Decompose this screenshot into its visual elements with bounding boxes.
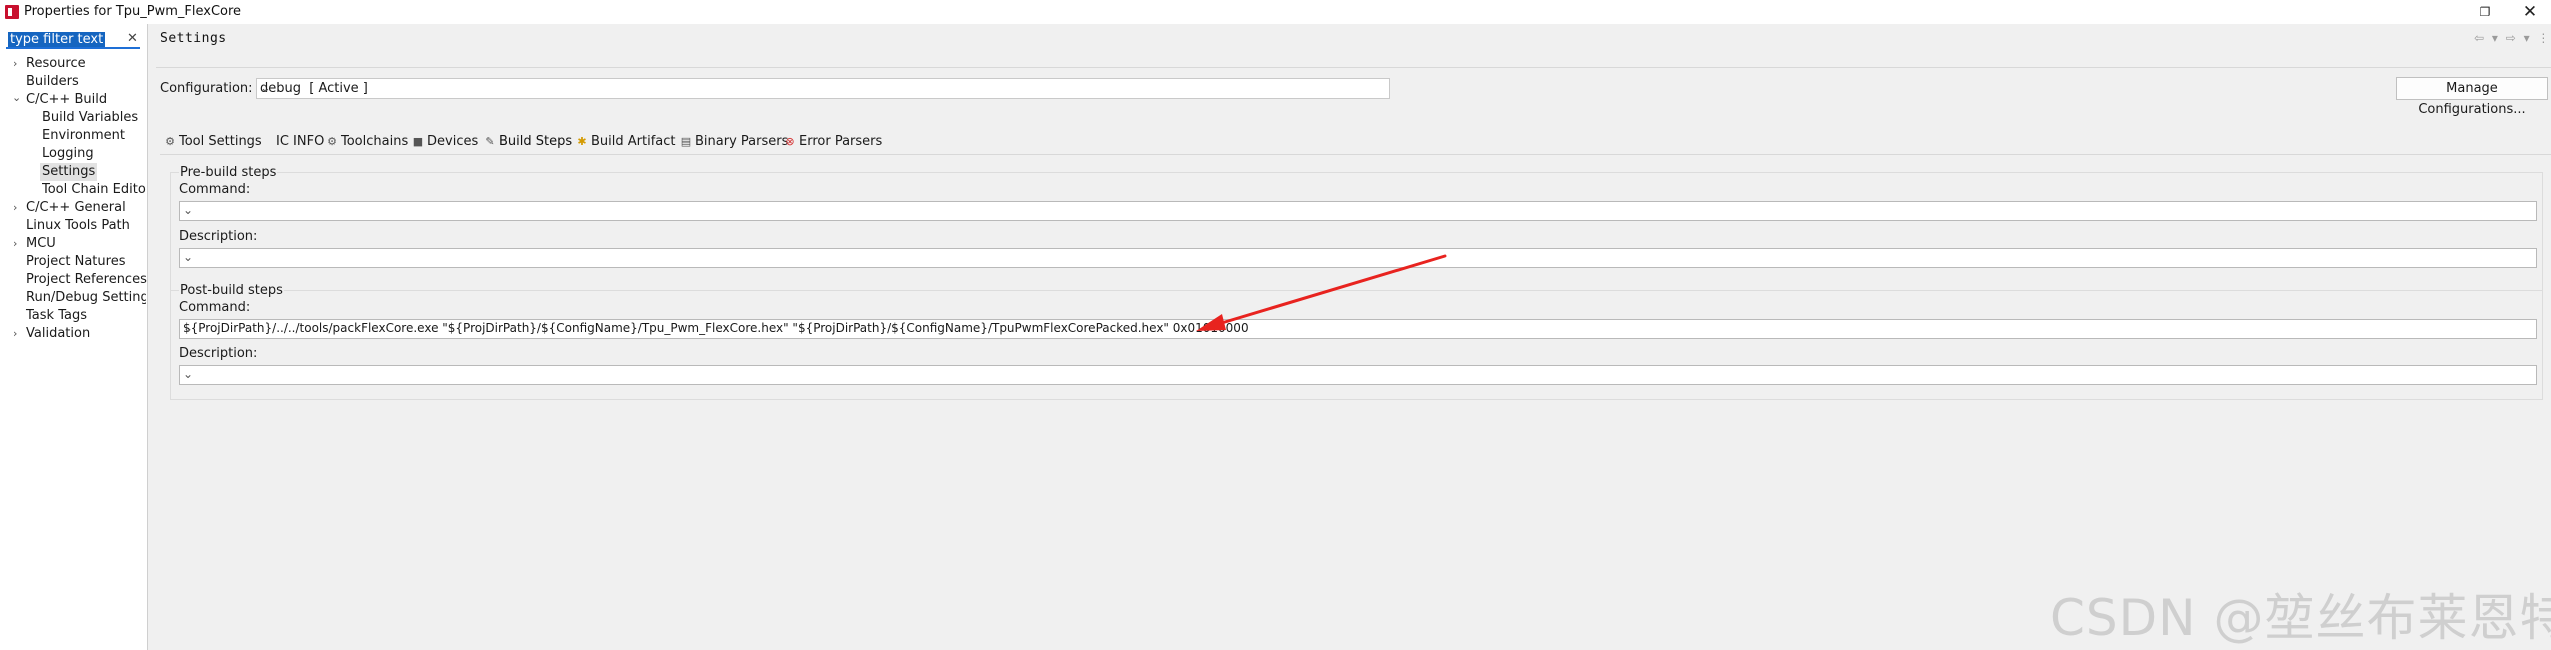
expand-resource-icon[interactable]: › — [13, 55, 17, 73]
post-build-group: Post-build steps Command: ${ProjDirPath}… — [170, 283, 2543, 400]
title-bar: Properties for Tpu_Pwm_FlexCore ❐ ✕ — [0, 0, 2551, 24]
settings-header: Settings ⇦ ▾ ⇨ ▾ ⋮ — [156, 28, 2551, 50]
chevron-down-icon[interactable]: ⌄ — [183, 250, 2533, 264]
error-icon: ⊗ — [785, 135, 795, 148]
post-build-description-label: Description: — [179, 346, 258, 361]
tree-item-tool-chain-editor[interactable]: Tool Chain Editor — [42, 181, 146, 199]
tree-item-linux-tools-path[interactable]: Linux Tools Path — [26, 217, 130, 235]
tree-item-cpp-general[interactable]: C/C++ General — [26, 199, 126, 217]
chevron-down-icon[interactable]: ⌄ — [183, 321, 2533, 335]
post-build-command-label: Command: — [179, 300, 251, 315]
header-divider — [156, 67, 2551, 68]
tree-item-environment[interactable]: Environment — [42, 127, 125, 145]
tree-item-project-references[interactable]: Project References — [26, 271, 147, 289]
chevron-down-icon: ⌄ — [260, 81, 271, 96]
tree-item-run-debug-settings[interactable]: Run/Debug Settings — [26, 289, 146, 307]
expand-cpp-general-icon[interactable]: › — [13, 199, 17, 217]
restore-button[interactable]: ❐ — [2465, 1, 2505, 23]
tree-item-settings[interactable]: Settings — [40, 163, 98, 181]
post-build-description-input[interactable]: ⌄ — [179, 365, 2537, 385]
pre-build-description-label: Description: — [179, 229, 258, 244]
tree-item-resource[interactable]: Resource — [26, 55, 86, 73]
tree-item-validation[interactable]: Validation — [26, 325, 90, 343]
expand-validation-icon[interactable]: › — [13, 325, 17, 343]
window-title: Properties for Tpu_Pwm_FlexCore — [24, 4, 242, 19]
chevron-down-icon[interactable]: ⌄ — [183, 203, 2533, 217]
page-title: Settings — [160, 31, 227, 46]
tab-binary-parsers[interactable]: ▤ Binary Parsers — [680, 132, 789, 152]
post-build-command-input[interactable]: ${ProjDirPath}/../../tools/packFlexCore.… — [179, 319, 2537, 339]
tab-build-artifact[interactable]: ✱ Build Artifact — [576, 132, 676, 152]
tab-devices[interactable]: ■ Devices — [412, 132, 478, 152]
pre-build-command-input[interactable]: ⌄ — [179, 201, 2537, 221]
tab-label: Build Artifact — [591, 134, 676, 149]
chevron-down-icon[interactable]: ⌄ — [183, 367, 2533, 381]
device-icon: ■ — [412, 135, 424, 148]
manage-configurations-button[interactable]: Manage Configurations... — [2396, 77, 2548, 117]
tab-toolchains[interactable]: ⚙ Toolchains — [326, 132, 408, 152]
tree-item-mcu[interactable]: MCU — [26, 235, 56, 253]
pre-build-title: Pre-build steps — [179, 165, 278, 180]
tab-label: Binary Parsers — [695, 134, 789, 149]
collapse-cpp-build-icon[interactable]: ⌄ — [12, 89, 21, 107]
tab-label: Build Steps — [499, 134, 573, 149]
post-build-title: Post-build steps — [179, 283, 284, 298]
wrench-icon: ✎ — [485, 135, 495, 148]
configuration-label: Configuration: — [160, 81, 253, 96]
artifact-icon: ✱ — [577, 135, 587, 148]
watermark: CSDN @堃丝布莱恩特 — [2050, 589, 2551, 647]
tab-build-steps[interactable]: ✎ Build Steps — [484, 132, 572, 152]
tree-item-cpp-build[interactable]: C/C++ Build — [26, 91, 107, 109]
gear-icon: ⚙ — [165, 135, 175, 148]
clear-filter-icon[interactable]: ✕ — [127, 30, 138, 48]
settings-page: Settings ⇦ ▾ ⇨ ▾ ⋮ Configuration: debug … — [156, 24, 2551, 650]
configuration-row: Configuration: debug [ Active ] ⌄ Manage… — [160, 76, 2551, 117]
pre-build-group: Pre-build steps Command: ⌄ Description: … — [170, 165, 2543, 298]
tab-label: IC INFO — [276, 134, 325, 149]
pre-build-description-input[interactable]: ⌄ — [179, 248, 2537, 268]
tree-item-logging[interactable]: Logging — [42, 145, 94, 163]
tree-item-builders[interactable]: Builders — [26, 73, 79, 91]
app-icon — [5, 5, 19, 19]
settings-tabs: ⚙ Tool Settings IC INFO ⚙ Toolchains ■ Devi… — [162, 132, 2551, 152]
tab-label: Devices — [427, 134, 479, 149]
tab-ic-info[interactable]: IC INFO — [276, 132, 324, 152]
expand-mcu-icon[interactable]: › — [13, 235, 17, 253]
properties-dialog: Properties for Tpu_Pwm_FlexCore ❐ ✕ type… — [0, 0, 2551, 650]
binary-icon: ▤ — [680, 135, 692, 148]
configuration-select[interactable]: debug [ Active ] ⌄ — [256, 78, 1390, 99]
gear-icon: ⚙ — [327, 135, 337, 148]
pre-build-command-label: Command: — [179, 182, 251, 197]
filter-input-text: type filter text — [8, 32, 106, 47]
property-tree-panel: type filter text ✕ › Resource Builders ⌄… — [0, 24, 148, 650]
tab-tool-settings[interactable]: ⚙ Tool Settings — [164, 132, 262, 152]
tree-item-task-tags[interactable]: Task Tags — [26, 307, 87, 325]
tab-label: Error Parsers — [799, 134, 883, 149]
filter-input[interactable]: type filter text ✕ — [6, 30, 140, 49]
tree-item-build-variables[interactable]: Build Variables — [42, 109, 138, 127]
tab-error-parsers[interactable]: ⊗ Error Parsers — [784, 132, 882, 152]
tabs-divider — [160, 154, 2551, 155]
tree-item-project-natures[interactable]: Project Natures — [26, 253, 125, 271]
close-button[interactable]: ✕ — [2510, 1, 2550, 23]
history-nav-icons[interactable]: ⇦ ▾ ⇨ ▾ ⋮ — [2474, 31, 2551, 45]
tab-label: Tool Settings — [179, 134, 262, 149]
tab-label: Toolchains — [341, 134, 409, 149]
